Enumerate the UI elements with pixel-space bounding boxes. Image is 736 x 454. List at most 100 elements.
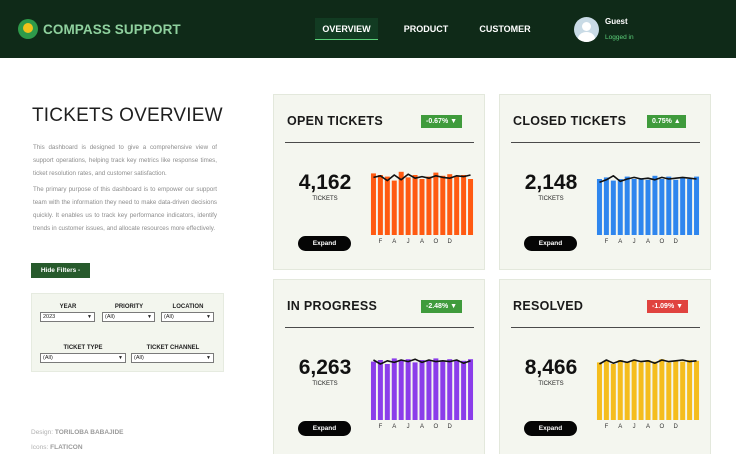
- bar-mark: [377, 175, 383, 235]
- description-intro: This dashboard is designed to give a com…: [33, 144, 217, 177]
- card-title: OPEN TICKETS: [287, 114, 383, 128]
- page-title: TICKETS OVERVIEW: [32, 105, 223, 126]
- month-tick-label: D: [674, 239, 679, 245]
- month-tick-label: O: [660, 424, 665, 430]
- bar-mark: [419, 360, 425, 420]
- month-tick-label: A: [646, 424, 650, 430]
- divider: [285, 327, 474, 328]
- bar-mark: [412, 175, 418, 235]
- change-badge: 0.75% ▲: [647, 115, 686, 128]
- bar-mark: [645, 179, 651, 235]
- bar-mark: [680, 361, 686, 420]
- bar-mark: [461, 175, 467, 235]
- bar-mark: [426, 360, 432, 420]
- filter-year-value: 2023: [43, 314, 56, 320]
- bar-mark: [610, 180, 616, 235]
- design-credit-label: Design:: [31, 429, 54, 436]
- filter-location-value: (All): [164, 314, 174, 320]
- divider: [511, 142, 700, 143]
- expand-button[interactable]: Expand: [524, 236, 577, 251]
- user-status: Logged in: [605, 34, 634, 41]
- nav-overview[interactable]: OVERVIEW: [315, 18, 378, 40]
- change-badge: -0.67% ▼: [421, 115, 463, 128]
- bar-mark: [617, 360, 623, 420]
- expand-button[interactable]: Expand: [298, 421, 351, 436]
- month-tick-label: J: [633, 424, 636, 430]
- month-tick-label: A: [420, 424, 424, 430]
- bar-mark: [687, 360, 693, 420]
- bar-mark: [398, 171, 404, 235]
- change-badge: -2.48% ▼: [421, 300, 463, 313]
- bar-mark: [454, 176, 460, 235]
- filter-ticket-channel-label: TICKET CHANNEL: [146, 345, 200, 351]
- nav-customer[interactable]: CUSTOMER: [474, 18, 536, 40]
- filter-ticket-type-select[interactable]: (All) ▼: [40, 353, 126, 363]
- nav-product[interactable]: PRODUCT: [396, 18, 456, 40]
- bar-mark: [687, 179, 693, 235]
- bar-mark: [412, 362, 418, 420]
- bar-mark: [405, 177, 411, 235]
- month-tick-label: A: [392, 239, 396, 245]
- month-tick-label: F: [605, 239, 609, 245]
- filter-ticket-channel-select[interactable]: (All) ▼: [131, 353, 214, 363]
- monthly-trend-chart[interactable]: FAJAOD: [368, 340, 478, 430]
- hide-filters-button[interactable]: Hide Filters -: [31, 263, 90, 278]
- ticket-count-label: TICKETS: [312, 381, 338, 387]
- filter-priority-select[interactable]: (All) ▼: [102, 312, 155, 322]
- change-badge: -1.09% ▼: [647, 300, 689, 313]
- divider: [285, 142, 474, 143]
- filter-ticket-type-value: (All): [43, 355, 53, 361]
- monthly-trend-chart[interactable]: FAJAOD: [594, 155, 704, 245]
- filter-year-select[interactable]: 2023 ▼: [40, 312, 95, 322]
- bar-mark: [384, 364, 390, 420]
- bar-mark: [377, 360, 383, 420]
- bar-mark: [659, 179, 665, 235]
- expand-button[interactable]: Expand: [298, 236, 351, 251]
- month-tick-label: J: [633, 239, 636, 245]
- month-tick-label: F: [379, 424, 383, 430]
- filter-ticket-type-label: TICKET TYPE: [63, 345, 103, 351]
- bar-mark: [447, 359, 453, 420]
- bar-mark: [391, 358, 397, 420]
- bar-mark: [370, 361, 376, 420]
- bar-mark: [370, 173, 376, 235]
- filter-year-label: YEAR: [59, 304, 77, 310]
- bar-mark: [624, 361, 630, 420]
- card-title: RESOLVED: [513, 299, 584, 313]
- card-resolved: RESOLVED -1.09% ▼ 8,466 TICKETS Expand F…: [499, 279, 711, 454]
- bar-mark: [405, 359, 411, 420]
- ticket-count: 4,162: [298, 171, 352, 194]
- month-tick-label: J: [407, 424, 410, 430]
- bar-mark: [461, 360, 467, 420]
- month-tick-label: J: [407, 239, 410, 245]
- month-tick-label: D: [674, 424, 679, 430]
- bar-mark: [645, 360, 651, 420]
- bar-mark: [638, 178, 644, 235]
- bar-mark: [666, 362, 672, 420]
- ticket-count-label: TICKETS: [312, 196, 338, 202]
- icons-credit: Icons: FLATICON: [31, 444, 83, 451]
- month-tick-label: O: [660, 239, 665, 245]
- month-tick-label: A: [392, 424, 396, 430]
- bar-mark: [652, 361, 658, 420]
- filter-location-select[interactable]: (All) ▼: [161, 312, 214, 322]
- ticket-count: 8,466: [524, 356, 578, 379]
- dashboard-content: TICKETS OVERVIEW This dashboard is desig…: [0, 58, 736, 454]
- filter-priority-label: PRIORITY: [114, 304, 144, 310]
- filter-panel: YEAR 2023 ▼ PRIORITY (All) ▼ LOCATION (All…: [31, 293, 224, 372]
- card-closed-tickets: CLOSED TICKETS 0.75% ▲ 2,148 TICKETS Exp…: [499, 94, 711, 270]
- brand-logo[interactable]: COMPASS SUPPORT: [18, 19, 181, 39]
- bar-mark: [454, 360, 460, 420]
- bar-mark: [440, 175, 446, 235]
- month-tick-label: F: [379, 239, 383, 245]
- bar-mark: [596, 362, 602, 420]
- user-avatar-icon[interactable]: [574, 17, 599, 42]
- expand-button[interactable]: Expand: [524, 421, 577, 436]
- monthly-trend-chart[interactable]: FAJAOD: [594, 340, 704, 430]
- month-tick-label: A: [618, 239, 622, 245]
- chevron-down-icon: ▼: [206, 355, 211, 361]
- card-open-tickets: OPEN TICKETS -0.67% ▼ 4,162 TICKETS Expa…: [273, 94, 485, 270]
- monthly-trend-chart[interactable]: FAJAOD: [368, 155, 478, 245]
- bar-mark: [638, 362, 644, 420]
- month-tick-label: O: [434, 239, 439, 245]
